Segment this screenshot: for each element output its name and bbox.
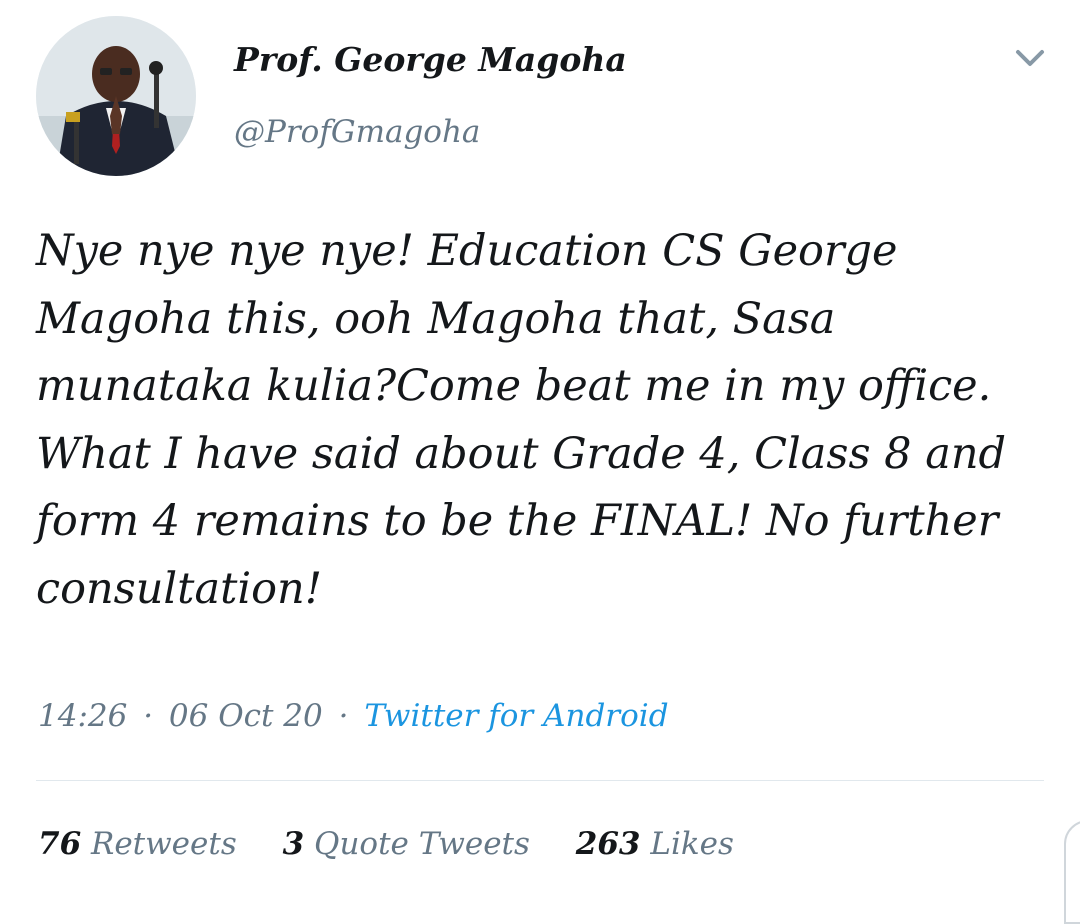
- tweet-text: Nye nye nye nye! Education CS George Mag…: [36, 218, 1036, 623]
- retweets-count: 76: [38, 826, 82, 862]
- engagement-stats: 76 Retweets 3 Quote Tweets 263 Likes: [38, 826, 770, 862]
- separator-dot: ·: [338, 698, 349, 734]
- divider: [36, 780, 1044, 781]
- quote-tweets-label: Quote Tweets: [314, 826, 530, 862]
- retweets-label: Retweets: [91, 826, 237, 862]
- likes-count: 263: [575, 826, 641, 862]
- likes-stat[interactable]: 263 Likes: [576, 826, 734, 862]
- display-name[interactable]: Prof. George Magoha: [234, 40, 627, 79]
- retweets-stat[interactable]: 76 Retweets: [38, 826, 237, 862]
- profile-photo: [36, 16, 196, 176]
- quote-tweets-count: 3: [282, 826, 305, 862]
- likes-label: Likes: [650, 826, 734, 862]
- quote-tweets-stat[interactable]: 3 Quote Tweets: [283, 826, 530, 862]
- tweet-date[interactable]: 06 Oct 20: [169, 698, 323, 734]
- tweet-paragraph: Nye nye nye nye! Education CS George Mag…: [36, 226, 992, 411]
- avatar[interactable]: [36, 16, 196, 176]
- tweet-metadata: 14:26 · 06 Oct 20 · Twitter for Android: [38, 698, 669, 734]
- tweet-card: Prof. George Magoha @ProfGmagoha Nye nye…: [0, 0, 1080, 924]
- tweet-paragraph: What I have said about Grade 4, Class 8 …: [36, 428, 1007, 614]
- separator-dot: ·: [143, 698, 154, 734]
- chevron-down-icon[interactable]: [1010, 40, 1050, 76]
- tweet-time[interactable]: 14:26: [38, 698, 127, 734]
- scroll-edge-decoration: [1064, 820, 1080, 924]
- username-handle[interactable]: @ProfGmagoha: [234, 114, 480, 150]
- tweet-source-link[interactable]: Twitter for Android: [364, 698, 668, 734]
